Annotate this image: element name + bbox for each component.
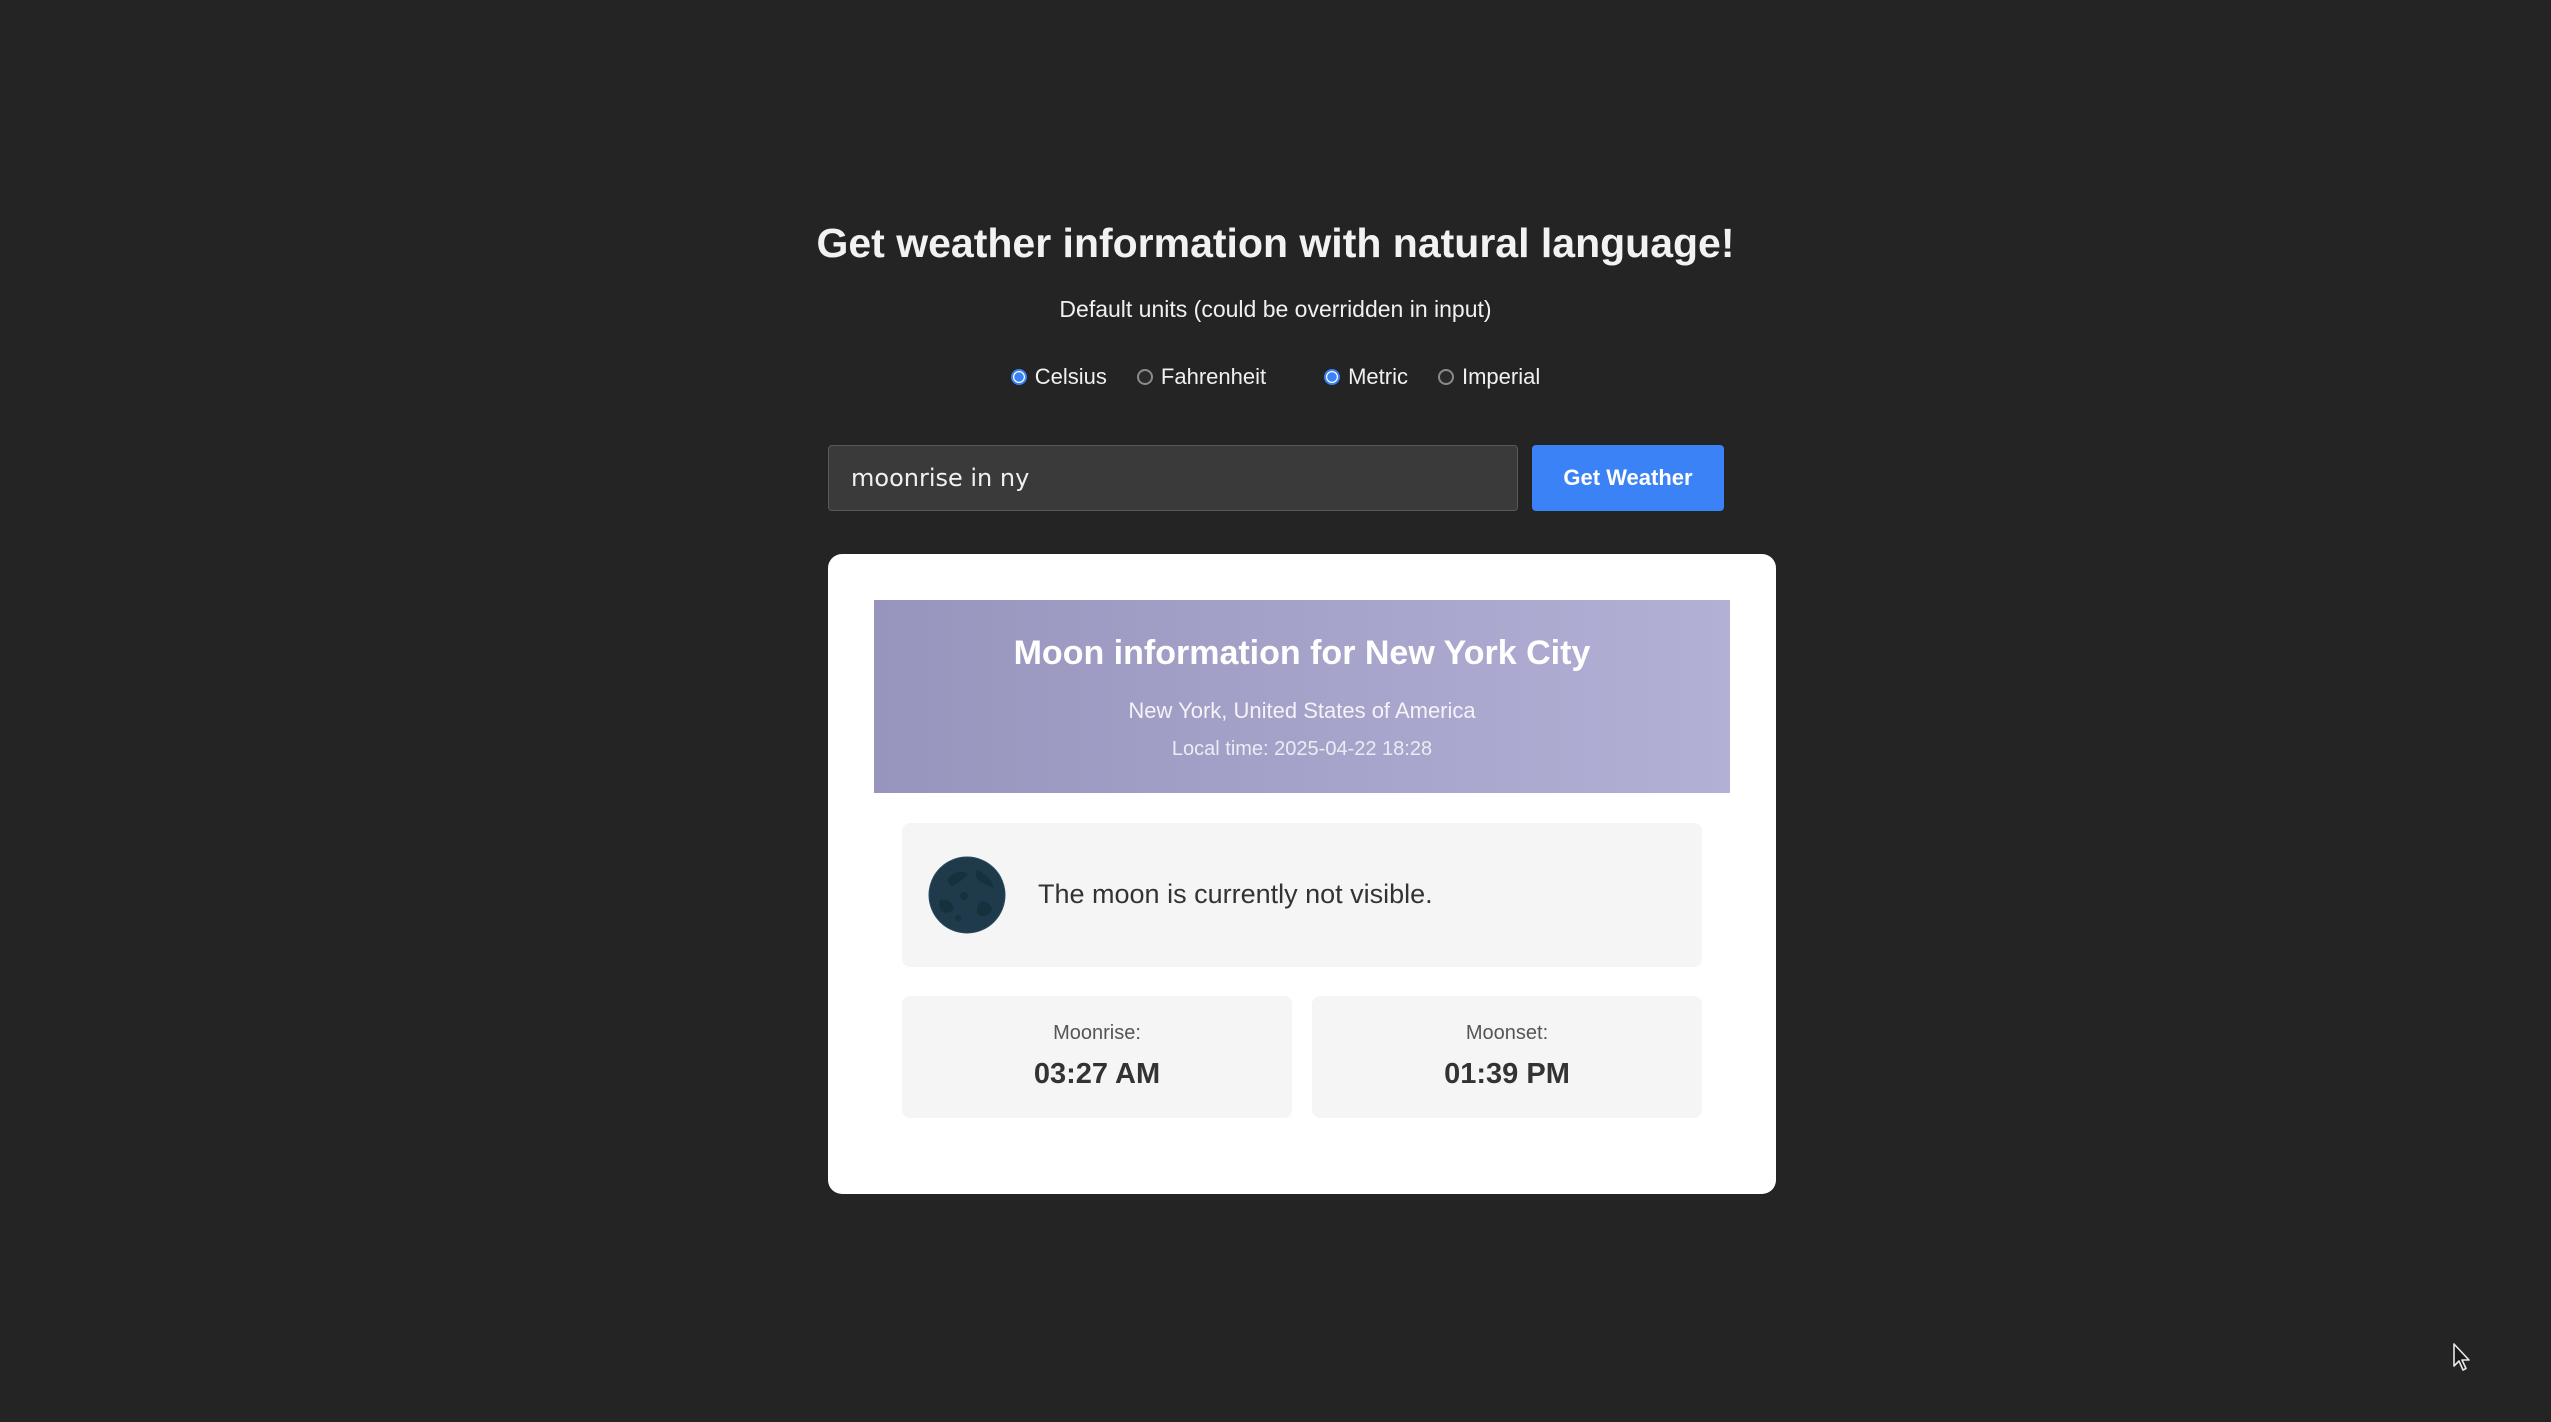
moonset-panel: Moonset: 01:39 PM xyxy=(1312,996,1702,1118)
mouse-cursor-icon xyxy=(2453,1343,2470,1371)
moon-visibility-panel: The moon is currently not visible. xyxy=(902,823,1702,967)
imperial-label: Imperial xyxy=(1461,364,1541,389)
fahrenheit-radio-button[interactable] xyxy=(1136,369,1153,385)
moonrise-label: Moonrise: xyxy=(1053,1022,1141,1044)
visibility-message: The moon is currently not visible. xyxy=(1038,879,1433,909)
metric-radio[interactable]: Metric xyxy=(1324,364,1408,390)
temperature-units-group: Celsius Fahrenheit xyxy=(1010,364,1267,390)
fahrenheit-label: Fahrenheit xyxy=(1160,364,1267,389)
metric-label: Metric xyxy=(1348,364,1408,389)
moonrise-value: 03:27 AM xyxy=(1033,1058,1161,1090)
moon-info-header: Moon information for New York City New Y… xyxy=(874,600,1730,793)
result-card: Moon information for New York City New Y… xyxy=(828,554,1776,1194)
metric-radio-button[interactable] xyxy=(1324,369,1341,385)
query-input[interactable] xyxy=(828,445,1518,511)
celsius-label: Celsius xyxy=(1034,364,1107,389)
fahrenheit-radio[interactable]: Fahrenheit xyxy=(1136,364,1267,390)
measurement-system-group: Metric Imperial xyxy=(1324,364,1540,390)
celsius-radio[interactable]: Celsius xyxy=(1010,364,1107,390)
moonrise-panel: Moonrise: 03:27 AM xyxy=(902,996,1292,1118)
local-time: Local time: 2025-04-22 18:28 xyxy=(1171,738,1433,760)
page: Get weather information with natural lan… xyxy=(0,0,2551,1422)
result-location: New York, United States of America xyxy=(1128,698,1476,723)
result-title: Moon information for New York City xyxy=(1013,634,1591,672)
page-title: Get weather information with natural lan… xyxy=(816,220,1735,266)
imperial-radio[interactable]: Imperial xyxy=(1437,364,1541,390)
imperial-radio-button[interactable] xyxy=(1437,369,1454,385)
get-weather-button[interactable]: Get Weather xyxy=(1532,445,1724,511)
units-selector: Celsius Fahrenheit Metric Imperial xyxy=(0,364,2551,390)
moon-icon xyxy=(928,856,1006,934)
celsius-radio-button[interactable] xyxy=(1010,369,1027,385)
moonset-value: 01:39 PM xyxy=(1444,1058,1570,1090)
moonset-label: Moonset: xyxy=(1465,1022,1549,1044)
units-description: Default units (could be overridden in in… xyxy=(1059,296,1492,322)
